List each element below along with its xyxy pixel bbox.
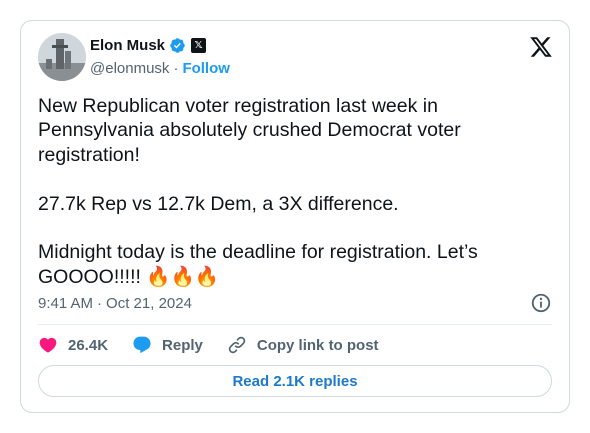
like-button[interactable]: 26.4K — [38, 335, 108, 355]
info-icon[interactable] — [530, 292, 552, 314]
link-icon — [228, 336, 246, 354]
tweet-date[interactable]: Oct 21, 2024 — [106, 295, 192, 312]
verified-badge-icon — [169, 37, 186, 54]
heart-icon — [39, 337, 57, 353]
x-logo-icon[interactable] — [529, 35, 553, 59]
speech-bubble-icon — [133, 336, 151, 354]
read-replies-button[interactable]: Read 2.1K replies — [38, 365, 552, 397]
affiliate-badge-icon: 𝕏 — [191, 38, 207, 53]
tweet-time[interactable]: 9:41 AM — [38, 295, 93, 312]
author-name-row: Elon Musk 𝕏 — [90, 37, 207, 54]
reply-button[interactable]: Reply — [132, 335, 203, 355]
like-count: 26.4K — [68, 336, 109, 354]
follow-button[interactable]: Follow — [182, 60, 230, 77]
handle-separator: · — [173, 60, 179, 77]
divider — [38, 324, 552, 325]
reply-label: Reply — [162, 336, 203, 354]
copy-link-label: Copy link to post — [256, 336, 379, 354]
timestamp-separator: · — [97, 295, 103, 312]
author-handle[interactable]: @elonmusk — [90, 60, 169, 77]
tweet-timestamp[interactable]: 9:41 AM · Oct 21, 2024 — [38, 295, 192, 312]
author-handle-row: @elonmusk · Follow — [90, 60, 230, 77]
tweet-card: Elon Musk 𝕏 @elonmusk · Follow New Repub… — [20, 20, 570, 413]
action-bar: 26.4K Reply Copy link to post — [38, 334, 403, 356]
copy-link-button[interactable]: Copy link to post — [227, 335, 379, 355]
tweet-text: New Republican voter registration last w… — [38, 95, 478, 288]
avatar[interactable] — [38, 33, 86, 81]
author-display-name[interactable]: Elon Musk — [90, 37, 165, 54]
